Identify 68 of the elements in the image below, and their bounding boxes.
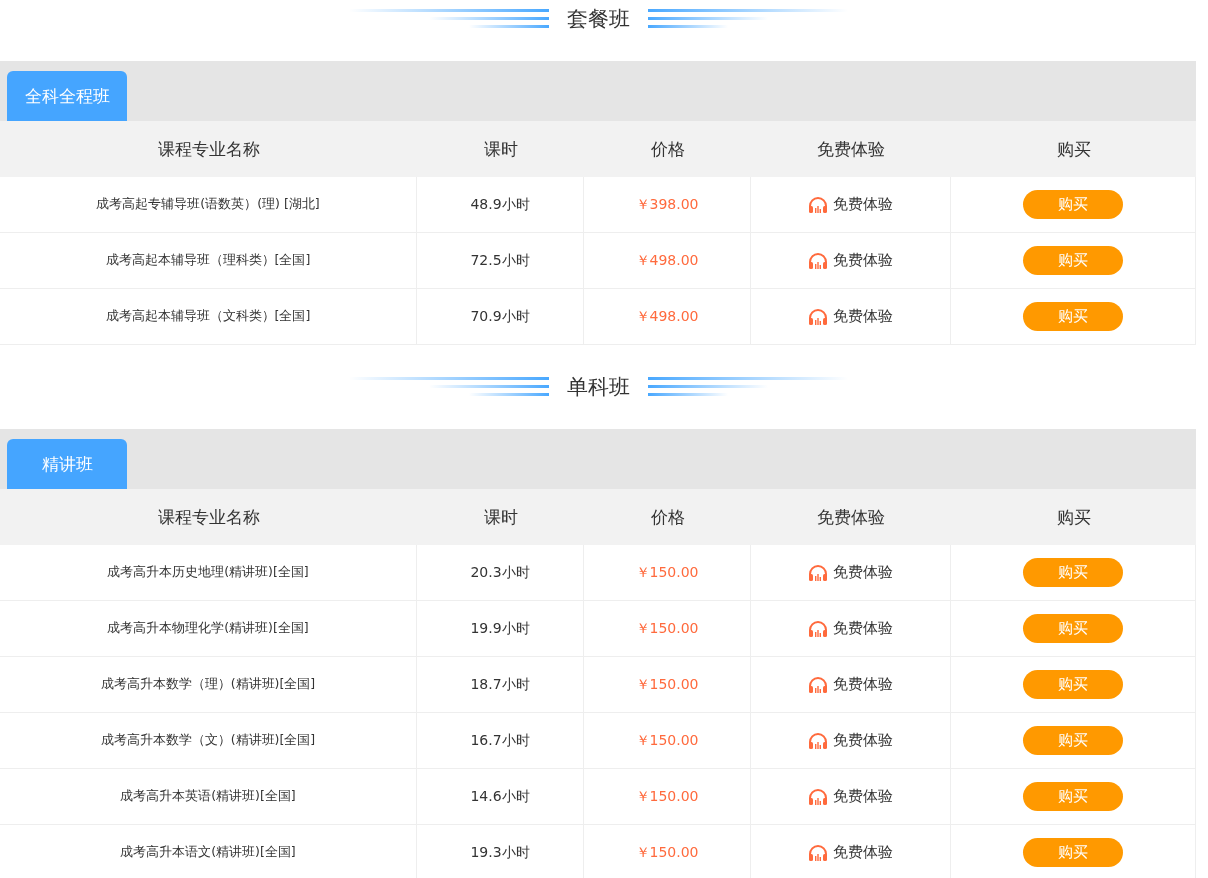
buy-button[interactable]: 购买 bbox=[1023, 670, 1123, 699]
course-price: ￥498.00 bbox=[635, 307, 699, 326]
course-name: 成考高升本数学（文）(精讲班)[全国] bbox=[100, 732, 316, 749]
buy-button[interactable]: 购买 bbox=[1023, 190, 1123, 219]
course-name: 成考高升本英语(精讲班)[全国] bbox=[120, 788, 296, 805]
category-tab[interactable]: 精讲班 bbox=[7, 439, 127, 489]
course-price: ￥150.00 bbox=[635, 731, 699, 750]
course-name: 成考高升本语文(精讲班)[全国] bbox=[120, 844, 296, 861]
free-trial-link[interactable]: 免费体验 bbox=[808, 843, 893, 862]
buy-button[interactable]: 购买 bbox=[1023, 726, 1123, 755]
headphones-icon bbox=[808, 251, 828, 270]
course-price: ￥150.00 bbox=[635, 843, 699, 862]
course-hours: 70.9小时 bbox=[470, 307, 530, 326]
headphones-icon bbox=[808, 307, 828, 326]
headphones-icon bbox=[808, 787, 828, 806]
course-name: 成考高升本物理化学(精讲班)[全国] bbox=[107, 620, 309, 637]
course-hours: 72.5小时 bbox=[470, 251, 530, 270]
course-hours: 19.3小时 bbox=[470, 843, 530, 862]
headphones-icon bbox=[808, 563, 828, 582]
buy-button[interactable]: 购买 bbox=[1023, 246, 1123, 275]
headphones-icon bbox=[808, 675, 828, 694]
column-header: 课程专业名称 bbox=[156, 505, 261, 529]
column-header: 免费体验 bbox=[816, 505, 886, 529]
headphones-icon bbox=[808, 619, 828, 638]
buy-button[interactable]: 购买 bbox=[1023, 558, 1123, 587]
course-price: ￥150.00 bbox=[635, 563, 699, 582]
column-header: 免费体验 bbox=[816, 137, 886, 161]
course-price: ￥150.00 bbox=[635, 787, 699, 806]
column-header: 价格 bbox=[649, 137, 686, 161]
buy-button[interactable]: 购买 bbox=[1023, 302, 1123, 331]
course-name: 成考高升本历史地理(精讲班)[全国] bbox=[107, 564, 309, 581]
course-name: 成考高升本数学（理）(精讲班)[全国] bbox=[100, 676, 316, 693]
buy-button[interactable]: 购买 bbox=[1023, 614, 1123, 643]
free-trial-link[interactable]: 免费体验 bbox=[808, 675, 893, 694]
category-tab[interactable]: 全科全程班 bbox=[7, 71, 127, 121]
course-hours: 14.6小时 bbox=[470, 787, 530, 806]
course-hours: 20.3小时 bbox=[470, 563, 530, 582]
headphones-icon bbox=[808, 731, 828, 750]
column-header: 课程专业名称 bbox=[156, 137, 261, 161]
column-header: 课时 bbox=[482, 505, 519, 529]
free-trial-link[interactable]: 免费体验 bbox=[808, 619, 893, 638]
course-name: 成考高起专辅导班(语数英）(理) [湖北] bbox=[96, 196, 320, 213]
course-hours: 19.9小时 bbox=[470, 619, 530, 638]
section-title: 套餐班 bbox=[566, 6, 630, 33]
column-header: 价格 bbox=[649, 505, 686, 529]
course-name: 成考高起本辅导班（理科类）[全国] bbox=[105, 252, 311, 269]
course-name: 成考高起本辅导班（文科类）[全国] bbox=[105, 308, 311, 325]
free-trial-link[interactable]: 免费体验 bbox=[808, 307, 893, 326]
course-price: ￥150.00 bbox=[635, 675, 699, 694]
column-header: 购买 bbox=[1055, 137, 1092, 161]
free-trial-link[interactable]: 免费体验 bbox=[808, 195, 893, 214]
course-hours: 18.7小时 bbox=[470, 675, 530, 694]
headphones-icon bbox=[808, 195, 828, 214]
course-hours: 16.7小时 bbox=[470, 731, 530, 750]
buy-button[interactable]: 购买 bbox=[1023, 782, 1123, 811]
free-trial-link[interactable]: 免费体验 bbox=[808, 563, 893, 582]
course-price: ￥498.00 bbox=[635, 251, 699, 270]
headphones-icon bbox=[808, 843, 828, 862]
column-header: 购买 bbox=[1055, 505, 1092, 529]
column-header: 课时 bbox=[482, 137, 519, 161]
free-trial-link[interactable]: 免费体验 bbox=[808, 251, 893, 270]
free-trial-link[interactable]: 免费体验 bbox=[808, 787, 893, 806]
free-trial-link[interactable]: 免费体验 bbox=[808, 731, 893, 750]
course-hours: 48.9小时 bbox=[470, 195, 530, 214]
course-price: ￥150.00 bbox=[635, 619, 699, 638]
section-title: 单科班 bbox=[566, 374, 630, 401]
course-price: ￥398.00 bbox=[635, 195, 699, 214]
buy-button[interactable]: 购买 bbox=[1023, 838, 1123, 867]
